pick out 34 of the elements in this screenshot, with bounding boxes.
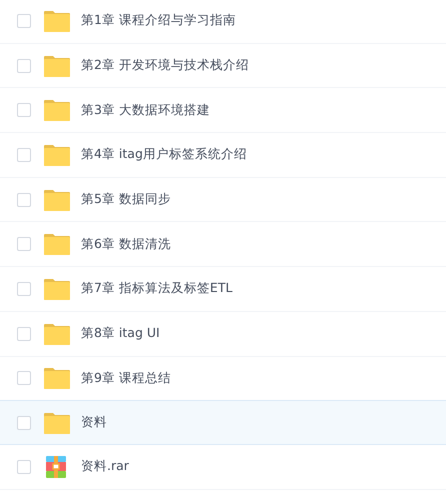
file-name: 第8章 itag UI [81,325,160,342]
folder-icon [44,412,70,434]
folder-icon [44,10,70,32]
file-name: 第9章 课程总结 [81,370,171,387]
file-name: 第7章 指标算法及标签ETL [81,280,232,298]
folder-icon [44,233,70,256]
folder-icon [44,367,70,390]
checkbox[interactable] [17,14,31,28]
folder-icon [44,144,70,166]
folder-icon [44,99,70,122]
file-name: 第1章 课程介绍与学习指南 [81,12,236,30]
checkbox[interactable] [17,416,31,430]
folder-icon [44,188,70,211]
checkbox[interactable] [17,58,31,73]
folder-icon [44,278,70,300]
file-name: 第4章 itag用户标签系统介绍 [81,146,247,164]
checkbox[interactable] [17,460,31,474]
file-name: 资料 [81,414,107,432]
file-row[interactable]: 第2章 开发环境与技术栈介绍 [0,44,446,88]
file-name: 第6章 数据清洗 [81,236,171,253]
file-name: 第3章 大数据环境搭建 [81,102,210,119]
checkbox[interactable] [17,371,31,386]
checkbox[interactable] [17,326,31,341]
checkbox[interactable] [17,192,31,207]
checkbox[interactable] [17,148,31,162]
checkbox[interactable] [17,282,31,296]
checkbox[interactable] [17,103,31,118]
file-row[interactable]: 资料 [0,400,446,445]
file-name: 第5章 数据同步 [81,191,171,208]
checkbox[interactable] [17,237,31,252]
folder-icon [44,54,70,77]
file-name: 资料.rar [81,458,129,476]
file-name: 第2章 开发环境与技术栈介绍 [81,57,249,74]
folder-icon [44,322,70,345]
